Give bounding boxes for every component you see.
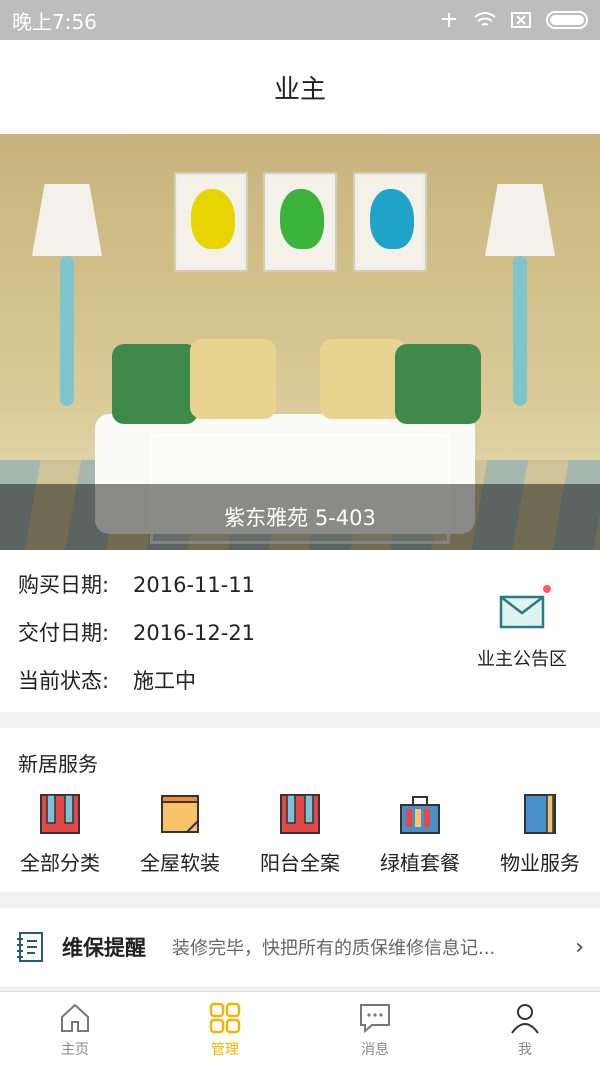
- hero-caption: 紫东雅苑 5-403: [224, 506, 376, 530]
- info-row: 当前状态: 施工中: [18, 664, 462, 712]
- info-row: 购买日期: 2016-11-11: [18, 568, 462, 616]
- service-label: 物业服务: [500, 851, 580, 875]
- new-home-services: 新居服务 全部分类 全屋软装 阳台全案 绿植套餐 物业服务: [0, 728, 600, 892]
- status-time: 晚上7:56: [12, 9, 97, 34]
- art-frame-blue: [355, 174, 425, 270]
- user-icon: [511, 1003, 539, 1034]
- book-icon: [524, 794, 556, 834]
- art-frame-green: [265, 174, 335, 270]
- art-frame-yellow: [176, 174, 246, 270]
- pillow: [112, 344, 198, 424]
- info-label: 购买日期:: [18, 573, 110, 597]
- service-label: 绿植套餐: [380, 851, 460, 875]
- info-value: 施工中: [133, 669, 196, 693]
- house-info: 购买日期: 2016-11-11 交付日期: 2016-12-21 当前状态: …: [0, 550, 600, 712]
- lamp-left: [32, 184, 102, 424]
- mute-icon: [442, 13, 456, 27]
- pillow: [190, 339, 276, 419]
- page-title: 业主: [273, 74, 326, 105]
- service-item-soft-furnishing[interactable]: 全屋软装: [120, 791, 240, 876]
- tab-home[interactable]: 主页: [0, 992, 150, 1067]
- owner-notice-button[interactable]: 业主公告区: [462, 550, 582, 712]
- reminder-desc: 装修完毕，快把所有的质保维修信息记...: [172, 938, 496, 959]
- owner-notice-label: 业主公告区: [477, 649, 567, 670]
- tab-bar: 主页 管理 消息 我: [0, 991, 600, 1067]
- info-label: 当前状态:: [18, 669, 110, 693]
- message-icon: [360, 1003, 390, 1033]
- info-row: 交付日期: 2016-12-21: [18, 616, 462, 664]
- balcony-icon: [280, 794, 320, 834]
- envelope-icon: [499, 585, 551, 631]
- chevron-right-icon: ›: [575, 934, 584, 960]
- unread-dot: [543, 585, 551, 593]
- pillow: [320, 339, 406, 419]
- plant-icon: [400, 796, 440, 834]
- service-label: 全部分类: [20, 851, 100, 875]
- tab-label: 主页: [61, 1041, 89, 1058]
- services-title: 新居服务: [18, 752, 98, 776]
- service-item-property[interactable]: 物业服务: [480, 791, 600, 876]
- maintenance-reminder[interactable]: 维保提醒 装修完毕，快把所有的质保维修信息记... ›: [0, 908, 600, 986]
- tab-me[interactable]: 我: [450, 992, 600, 1067]
- page-header: 业主: [0, 40, 600, 134]
- battery-icon: [546, 11, 588, 29]
- home-icon: [61, 1003, 89, 1032]
- status-bar: 晚上7:56: [0, 0, 600, 40]
- wifi-icon: [474, 12, 496, 26]
- service-item-plant-package[interactable]: 绿植套餐: [360, 791, 480, 876]
- grid-icon: [209, 1002, 241, 1033]
- hero-caption-bar: 紫东雅苑 5-403: [0, 484, 600, 550]
- tab-messages[interactable]: 消息: [300, 992, 450, 1067]
- tab-manage[interactable]: 管理: [150, 992, 300, 1067]
- service-label: 阳台全案: [260, 851, 340, 875]
- service-item-all-categories[interactable]: 全部分类: [0, 791, 120, 876]
- info-label: 交付日期:: [18, 621, 110, 645]
- category-icon: [40, 794, 80, 834]
- reminder-title: 维保提醒: [62, 936, 146, 960]
- note-icon: [161, 795, 199, 833]
- lamp-right: [485, 184, 555, 424]
- tab-label: 消息: [361, 1041, 389, 1058]
- notebook-icon: [17, 932, 43, 962]
- service-label: 全屋软装: [140, 851, 220, 875]
- info-value: 2016-11-11: [133, 573, 256, 597]
- hero-banner[interactable]: 紫东雅苑 5-403: [0, 134, 600, 550]
- pillow: [395, 344, 481, 424]
- service-item-balcony[interactable]: 阳台全案: [240, 791, 360, 876]
- info-value: 2016-12-21: [133, 621, 256, 645]
- sim-icon: [511, 12, 531, 28]
- tab-label: 管理: [211, 1041, 239, 1058]
- tab-label: 我: [518, 1041, 532, 1058]
